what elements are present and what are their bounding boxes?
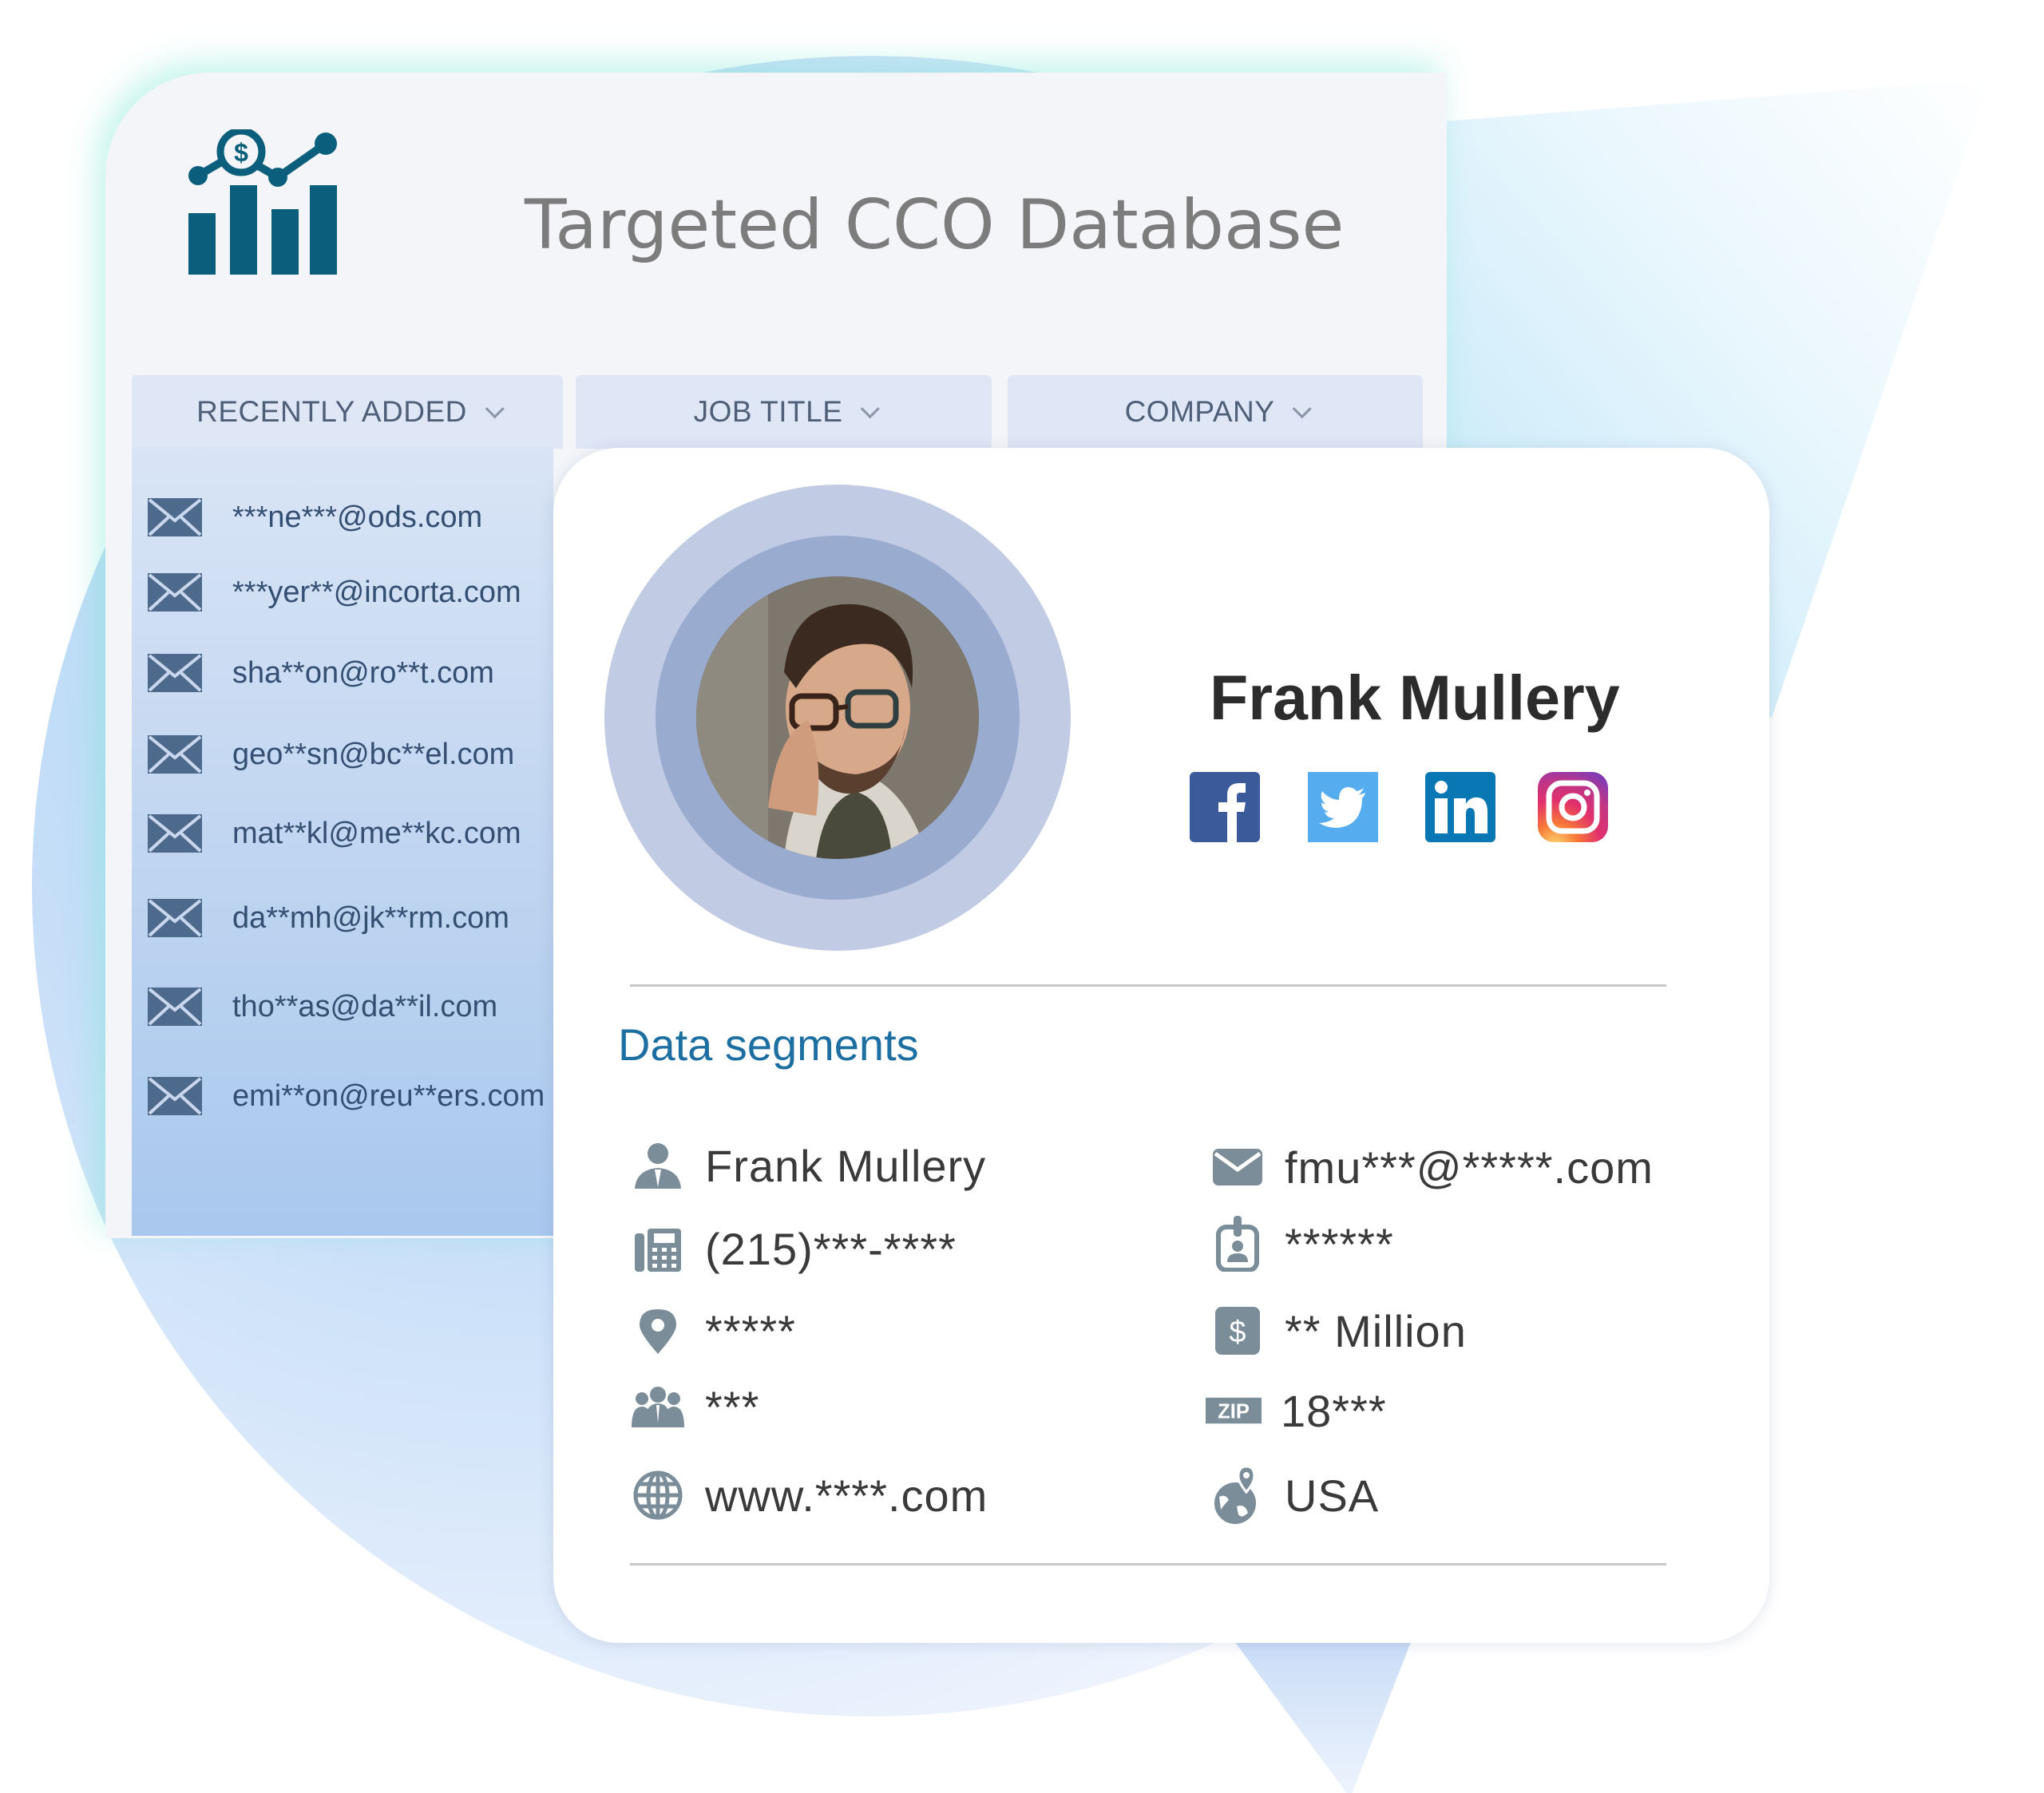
data-segments-title: Data segments (618, 1019, 919, 1070)
segment-employees: *** (630, 1375, 759, 1439)
segment-value: ****** (1285, 1218, 1394, 1269)
globe-icon (630, 1467, 686, 1523)
tab-label: RECENTLY ADDED (196, 395, 467, 428)
globe-pin-icon (1210, 1465, 1266, 1524)
list-item[interactable]: da**mh@jk**rm.com (148, 894, 509, 942)
envelope-icon (148, 814, 202, 853)
team-icon (630, 1379, 686, 1435)
envelope-icon (148, 899, 202, 937)
svg-text:$: $ (1229, 1316, 1246, 1349)
email-text: ***yer**@incorta.com (232, 575, 521, 609)
tab-label: JOB TITLE (693, 395, 843, 428)
recent-email-list: ***ne***@ods.com ***yer**@incorta.com sh… (132, 447, 553, 1236)
id-badge-icon (1210, 1216, 1266, 1272)
avatar (696, 576, 979, 859)
segment-country: USA (1210, 1463, 1379, 1527)
envelope-icon (148, 988, 202, 1026)
facebook-icon[interactable] (1190, 772, 1260, 842)
list-item[interactable]: emi**on@reu**ers.com (148, 1072, 545, 1120)
segment-value: USA (1285, 1470, 1380, 1521)
chevron-down-icon (1293, 398, 1313, 418)
segment-value: ** Million (1285, 1305, 1467, 1356)
location-pin-icon (630, 1303, 686, 1359)
tab-job-title[interactable]: JOB TITLE (576, 375, 992, 449)
divider (630, 1563, 1666, 1565)
segment-value: www.****.com (705, 1470, 988, 1521)
segment-phone: (215)***-**** (630, 1217, 957, 1280)
envelope-icon (148, 573, 202, 612)
segment-location: ***** (630, 1299, 796, 1363)
envelope-icon (148, 498, 202, 536)
envelope-icon (148, 735, 202, 774)
envelope-icon (148, 1077, 202, 1115)
person-icon (630, 1138, 686, 1193)
svg-text:ZIP: ZIP (1218, 1400, 1250, 1423)
zip-icon: ZIP (1206, 1383, 1262, 1439)
tab-company[interactable]: COMPANY (1008, 375, 1423, 449)
envelope-icon (1210, 1139, 1266, 1195)
list-item[interactable]: ***yer**@incorta.com (148, 568, 521, 616)
email-text: tho**as@da**il.com (232, 989, 498, 1023)
segment-value: *** (705, 1381, 760, 1432)
tab-label: COMPANY (1124, 395, 1275, 428)
chevron-down-icon (485, 398, 505, 418)
list-item[interactable]: sha**on@ro**t.com (148, 649, 494, 697)
segment-value: ***** (705, 1305, 796, 1356)
segment-value: Frank Mullery (705, 1140, 987, 1191)
chart-dollar-icon: $ (188, 129, 337, 275)
list-item[interactable]: tho**as@da**il.com (148, 983, 497, 1031)
email-text: mat**kl@me**kc.com (232, 816, 521, 850)
segment-revenue: $ ** Million (1210, 1299, 1467, 1363)
email-text: geo**sn@bc**el.com (232, 737, 515, 771)
avatar-photo (696, 576, 979, 859)
divider (630, 984, 1666, 987)
page-title: Targeted CCO Database (525, 185, 1345, 265)
segment-value: 18*** (1281, 1385, 1387, 1436)
phone-fax-icon (630, 1221, 686, 1276)
list-item[interactable]: mat**kl@me**kc.com (148, 809, 521, 857)
tab-recently-added[interactable]: RECENTLY ADDED (132, 375, 563, 449)
speech-tail (1232, 1638, 1412, 1793)
twitter-icon[interactable] (1308, 772, 1378, 842)
segment-name: Frank Mullery (630, 1134, 986, 1197)
envelope-icon (148, 654, 202, 692)
email-text: ***ne***@ods.com (232, 500, 483, 534)
svg-text:$: $ (234, 138, 248, 167)
segment-email: fmu***@*****.com (1210, 1135, 1654, 1199)
segment-zip: ZIP 18*** (1206, 1379, 1387, 1443)
segment-value: (215)***-**** (705, 1223, 957, 1274)
list-item[interactable]: ***ne***@ods.com (148, 493, 482, 541)
email-text: sha**on@ro**t.com (232, 655, 494, 690)
email-text: da**mh@jk**rm.com (232, 900, 509, 935)
segment-job-id: ****** (1210, 1212, 1394, 1276)
segment-website: www.****.com (630, 1463, 988, 1527)
chevron-down-icon (861, 398, 881, 418)
segment-value: fmu***@*****.com (1285, 1142, 1654, 1193)
linkedin-icon[interactable] (1425, 772, 1495, 842)
dollar-icon: $ (1210, 1303, 1266, 1359)
list-item[interactable]: geo**sn@bc**el.com (148, 730, 514, 778)
email-text: emi**on@reu**ers.com (232, 1079, 545, 1113)
profile-name: Frank Mullery (1210, 662, 1620, 733)
instagram-icon[interactable] (1538, 772, 1608, 842)
